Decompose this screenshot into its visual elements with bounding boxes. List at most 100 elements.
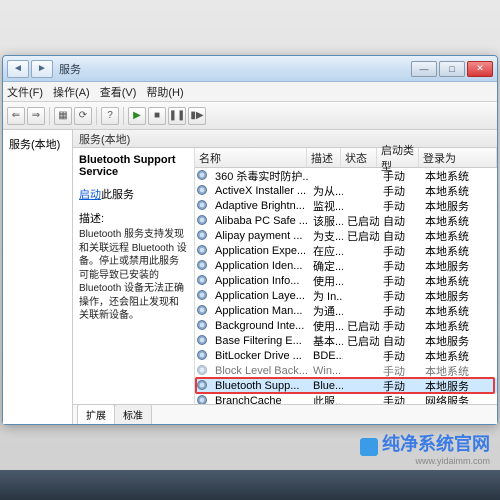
- bottom-tabs: 扩展 标准: [73, 404, 497, 424]
- back-icon[interactable]: ⇐: [7, 107, 25, 125]
- play-icon[interactable]: ▶: [128, 107, 146, 125]
- cell-desc: 监视...: [309, 198, 343, 214]
- cell-start: 自动: [379, 213, 421, 229]
- table-row[interactable]: Alipay payment ...为支...已启动自动本地系统: [195, 228, 497, 243]
- watermark-icon: [360, 438, 378, 456]
- services-list-pane: 名称 描述 状态 启动类型 登录为 360 杀毒实时防护...手动本地系统Act…: [195, 148, 497, 404]
- col-name[interactable]: 名称: [195, 148, 307, 167]
- cell-desc: 确定...: [309, 258, 343, 274]
- cell-start: 手动: [379, 168, 421, 184]
- cell-desc: Win...: [309, 365, 343, 377]
- table-row[interactable]: Alibaba PC Safe ...该服...已启动自动本地系统: [195, 213, 497, 228]
- refresh-icon[interactable]: ⟳: [74, 107, 92, 125]
- tree-root[interactable]: 服务(本地): [7, 134, 68, 154]
- tab-standard[interactable]: 标准: [114, 404, 152, 424]
- start-service-link[interactable]: 启动此服务: [79, 186, 188, 202]
- cell-name: Application Expe...: [211, 245, 309, 257]
- menu-view[interactable]: 查看(V): [100, 84, 137, 100]
- forward-button[interactable]: ►: [31, 60, 53, 78]
- cell-desc: 为 In...: [309, 288, 343, 304]
- menu-action[interactable]: 操作(A): [53, 84, 90, 100]
- table-row[interactable]: Background Inte...使用...已启动手动本地系统: [195, 318, 497, 333]
- title-bar[interactable]: ◄ ► 服务 — □ ✕: [3, 56, 497, 82]
- pane-header: 服务(本地): [73, 130, 497, 148]
- close-button[interactable]: ✕: [467, 61, 493, 77]
- services-rows[interactable]: 360 杀毒实时防护...手动本地系统ActiveX Installer ...…: [195, 168, 497, 404]
- cell-start: 手动: [379, 288, 421, 304]
- gear-icon: [197, 230, 209, 242]
- maximize-button[interactable]: □: [439, 61, 465, 77]
- cell-desc: Blue...: [309, 380, 343, 392]
- cell-start: 手动: [379, 198, 421, 214]
- cell-name: 360 杀毒实时防护...: [211, 168, 309, 184]
- taskbar[interactable]: [0, 470, 500, 500]
- export-icon[interactable]: ▦: [54, 107, 72, 125]
- table-row[interactable]: Application Iden...确定...手动本地服务: [195, 258, 497, 273]
- table-row[interactable]: Application Expe...在应...手动本地系统: [195, 243, 497, 258]
- restart-icon[interactable]: ▮▶: [188, 107, 206, 125]
- col-logon[interactable]: 登录为: [419, 148, 497, 167]
- cell-name: Application Laye...: [211, 290, 309, 302]
- col-status[interactable]: 状态: [341, 148, 377, 167]
- cell-desc: 为从...: [309, 183, 343, 199]
- table-row[interactable]: 360 杀毒实时防护...手动本地系统: [195, 168, 497, 183]
- watermark-text: 纯净系统官网: [382, 434, 490, 454]
- cell-logon: 本地系统: [421, 318, 481, 334]
- forward-icon[interactable]: ⇒: [27, 107, 45, 125]
- left-tree-pane[interactable]: 服务(本地): [3, 130, 73, 424]
- cell-desc: 该服...: [309, 213, 343, 229]
- table-row[interactable]: BitLocker Drive ...BDE...手动本地系统: [195, 348, 497, 363]
- cell-logon: 本地服务: [421, 378, 481, 394]
- pane-title: 服务(本地): [79, 131, 130, 147]
- menu-bar: 文件(F) 操作(A) 查看(V) 帮助(H): [3, 82, 497, 102]
- right-pane: 服务(本地) Bluetooth Support Service 启动此服务 描…: [73, 130, 497, 424]
- cell-logon: 本地系统: [421, 348, 481, 364]
- table-row[interactable]: Base Filtering E...基本...已启动自动本地服务: [195, 333, 497, 348]
- cell-logon: 本地服务: [421, 198, 481, 214]
- start-link[interactable]: 启动: [79, 189, 101, 201]
- cell-desc: 此服...: [309, 393, 343, 405]
- gear-icon: [197, 350, 209, 362]
- cell-name: Application Info...: [211, 275, 309, 287]
- help-icon[interactable]: ?: [101, 107, 119, 125]
- window-body: 服务(本地) 服务(本地) Bluetooth Support Service …: [3, 130, 497, 424]
- table-row[interactable]: Application Man...为通...手动本地系统: [195, 303, 497, 318]
- menu-file[interactable]: 文件(F): [7, 84, 43, 100]
- table-row[interactable]: Bluetooth Supp...Blue...手动本地服务: [195, 378, 497, 393]
- col-start[interactable]: 启动类型: [377, 148, 419, 167]
- toolbar: ⇐ ⇒ ▦ ⟳ ? ▶ ■ ❚❚ ▮▶: [3, 102, 497, 130]
- desktop: ◄ ► 服务 — □ ✕ 文件(F) 操作(A) 查看(V) 帮助(H) ⇐ ⇒…: [0, 0, 500, 500]
- menu-help[interactable]: 帮助(H): [146, 84, 183, 100]
- table-row[interactable]: BranchCache此服...手动网络服务: [195, 393, 497, 404]
- cell-start: 手动: [379, 258, 421, 274]
- cell-name: Adaptive Brightn...: [211, 200, 309, 212]
- table-row[interactable]: Application Laye...为 In...手动本地服务: [195, 288, 497, 303]
- stop-icon[interactable]: ■: [148, 107, 166, 125]
- gear-icon: [197, 275, 209, 287]
- description-text: Bluetooth 服务支持发现和关联远程 Bluetooth 设备。停止或禁用…: [79, 228, 188, 323]
- cell-name: Application Iden...: [211, 260, 309, 272]
- col-desc[interactable]: 描述: [307, 148, 341, 167]
- gear-icon: [197, 245, 209, 257]
- cell-name: BranchCache: [211, 395, 309, 405]
- table-row[interactable]: Adaptive Brightn...监视... 手动本地服务: [195, 198, 497, 213]
- separator: [96, 107, 97, 125]
- cell-start: 手动: [379, 243, 421, 259]
- back-button[interactable]: ◄: [7, 60, 29, 78]
- cell-name: ActiveX Installer ...: [211, 185, 309, 197]
- cell-name: Base Filtering E...: [211, 335, 309, 347]
- table-row[interactable]: Block Level Back...Win...手动本地系统: [195, 363, 497, 378]
- tab-extended[interactable]: 扩展: [77, 404, 115, 424]
- minimize-button[interactable]: —: [411, 61, 437, 77]
- table-row[interactable]: Application Info...使用...手动本地系统: [195, 273, 497, 288]
- table-row[interactable]: ActiveX Installer ...为从...手动本地系统: [195, 183, 497, 198]
- gear-icon: [197, 395, 209, 405]
- cell-logon: 本地系统: [421, 213, 481, 229]
- column-headers[interactable]: 名称 描述 状态 启动类型 登录为: [195, 148, 497, 168]
- cell-desc: 基本...: [309, 333, 343, 349]
- cell-status: 已启动: [343, 228, 379, 244]
- cell-status: 已启动: [343, 318, 379, 334]
- watermark: 纯净系统官网 www.yidaimm.com: [360, 430, 490, 466]
- gear-icon: [197, 380, 209, 392]
- pause-icon[interactable]: ❚❚: [168, 107, 186, 125]
